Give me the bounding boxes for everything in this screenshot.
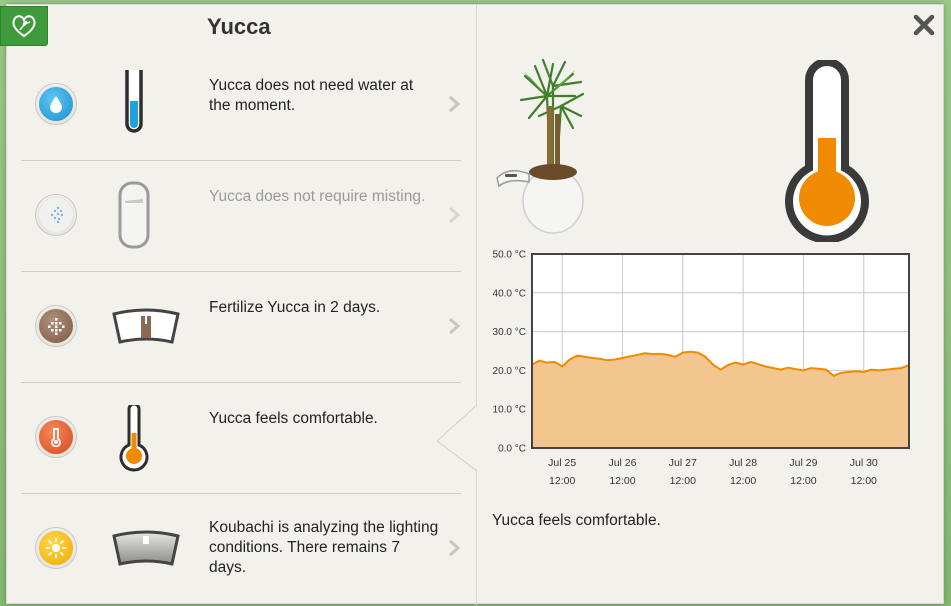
chart-ytick-label: 0.0 °C (498, 444, 526, 455)
koubachi-logo[interactable] (0, 6, 48, 46)
chart-xtick-day: Jul 28 (729, 457, 757, 469)
chart-ytick-label: 50.0 °C (493, 250, 526, 261)
mist-level-tube-icon (118, 181, 150, 249)
temperature-gauge-icon (119, 405, 149, 472)
chart-xtick-time: 12:00 (730, 475, 756, 487)
chart-xtick-day: Jul 25 (548, 457, 576, 469)
mist-icon (35, 194, 77, 236)
list-item-text: Yucca does not need water at the moment. (209, 77, 414, 114)
chart-ytick-label: 10.0 °C (493, 405, 526, 416)
chart-xtick-time: 12:00 (549, 475, 575, 487)
chevron-right-icon (449, 539, 461, 557)
chart-xtick-day: Jul 29 (789, 457, 817, 469)
list-item-temperature[interactable]: Yucca feels comfortable. (6, 383, 476, 494)
care-list: Yucca does not need water at the moment.… (6, 50, 476, 604)
chevron-right-icon (449, 206, 461, 224)
list-item-water[interactable]: Yucca does not need water at the moment. (6, 50, 476, 161)
chart-xtick-time: 12:00 (851, 475, 877, 487)
temperature-chart: 50.0 °C 40.0 °C 30.0 °C 20.0 °C 10.0 °C 0.0 °… (493, 250, 910, 487)
light-gauge-icon (112, 530, 180, 566)
chart-ytick-label: 30.0 °C (493, 327, 526, 338)
chart-xtick-time: 12:00 (790, 475, 816, 487)
list-item-text: Yucca does not require misting. (209, 188, 426, 205)
list-item-text: Koubachi is analyzing the lighting condi… (209, 519, 439, 576)
list-item-fertilizer[interactable]: Fertilize Yucca in 2 days. (6, 272, 476, 383)
list-item-light[interactable]: Koubachi is analyzing the lighting condi… (6, 494, 476, 605)
water-level-tube-icon (125, 70, 143, 133)
plant-title: Yucca (207, 14, 271, 39)
water-drop-icon (35, 83, 77, 125)
sun-icon (35, 527, 77, 569)
plant-device-image (496, 56, 585, 234)
chart-ytick-label: 20.0 °C (493, 366, 526, 377)
chart-xtick-time: 12:00 (609, 475, 635, 487)
list-item-misting[interactable]: Yucca does not require misting. (6, 161, 476, 272)
chevron-right-icon (449, 95, 461, 113)
list-item-text: Yucca feels comfortable. (209, 410, 378, 427)
selection-pointer (437, 405, 477, 471)
chart-xtick-day: Jul 30 (850, 457, 878, 469)
detail-pane: 50.0 °C 40.0 °C 30.0 °C 20.0 °C 10.0 °C 0.0 °… (477, 4, 944, 604)
leaf-heart-icon (12, 15, 36, 38)
thermometer-icon (35, 416, 77, 458)
chart-xtick-day: Jul 26 (608, 457, 636, 469)
temperature-thermometer-image (785, 60, 869, 242)
chart-xtick-time: 12:00 (670, 475, 696, 487)
fertilizer-icon (35, 305, 77, 347)
list-item-text: Fertilize Yucca in 2 days. (209, 299, 381, 316)
chart-ytick-label: 40.0 °C (493, 288, 526, 299)
chevron-right-icon (449, 317, 461, 335)
chart-xtick-day: Jul 27 (669, 457, 697, 469)
detail-caption: Yucca feels comfortable. (492, 512, 661, 529)
fertilizer-gauge-icon (112, 308, 180, 344)
